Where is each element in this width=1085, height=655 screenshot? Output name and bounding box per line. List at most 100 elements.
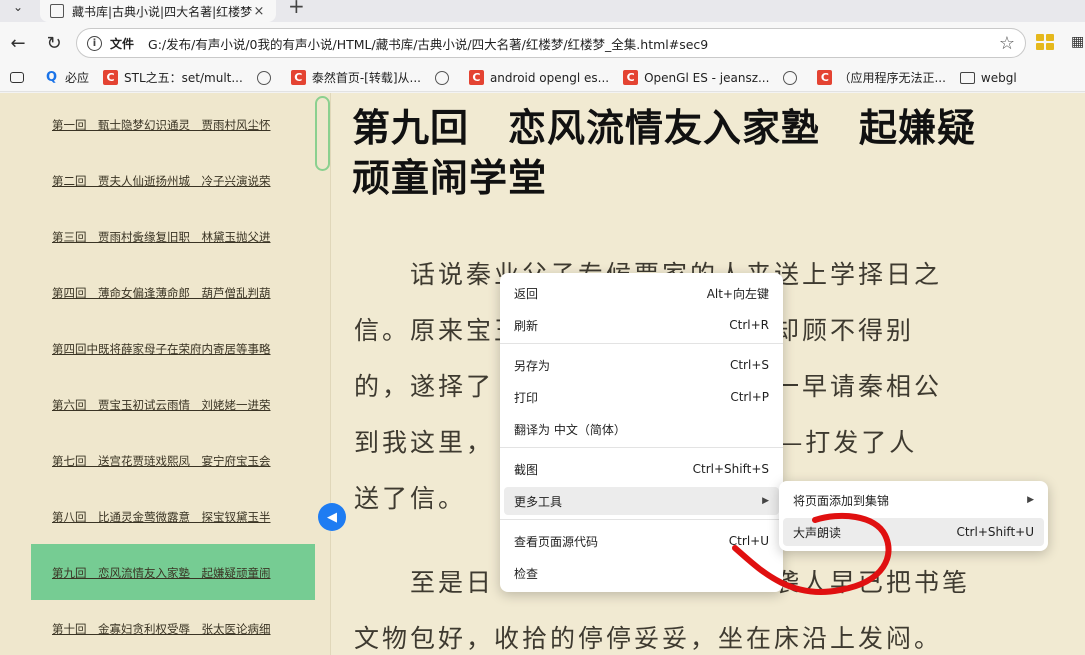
bookmark-label: OpenGl ES - jeansz... bbox=[644, 70, 770, 85]
menu-item-reload[interactable]: 刷新 Ctrl+R bbox=[504, 311, 779, 339]
bookmark-item[interactable]: Candroid opengl es... bbox=[468, 70, 610, 85]
submenu-item-label: 将页面添加到集锦 bbox=[793, 493, 890, 508]
new-tab-button[interactable]: + bbox=[288, 0, 305, 18]
globe-icon bbox=[434, 70, 449, 85]
toc-item[interactable]: 第八回 比通灵金莺微露意 探宝钗黛玉半 bbox=[52, 509, 317, 525]
bookmark-item[interactable]: C OpenGl ES - jeansz... bbox=[623, 70, 769, 85]
globe-icon bbox=[783, 70, 798, 85]
collapse-sidebar-button[interactable]: ◀ bbox=[318, 503, 346, 531]
bookmark-item[interactable] bbox=[256, 70, 277, 85]
menu-item-back[interactable]: 返回 Alt+向左键 bbox=[504, 279, 779, 307]
bookmark-label: android opengl es... bbox=[489, 70, 610, 85]
submenu-item-label: 大声朗读 bbox=[793, 525, 842, 540]
menu-item-more-tools[interactable]: 更多工具 ▶ bbox=[504, 487, 779, 515]
paragraph-line: 文物包好，收拾的停停妥妥，坐在床沿上发闷。 bbox=[354, 624, 943, 653]
info-icon[interactable]: i bbox=[87, 35, 102, 51]
page-favicon-icon bbox=[50, 4, 64, 18]
triangle-left-icon: ◀ bbox=[327, 509, 337, 525]
bookmark-label: webgl bbox=[980, 70, 1017, 85]
submenu-item-add-to-collections[interactable]: 将页面添加到集锦 ▶ bbox=[783, 486, 1044, 514]
active-tab[interactable]: 藏书库|古典小说|四大名著|红楼梦 × bbox=[40, 0, 276, 22]
url-scheme-label: 文件 bbox=[110, 36, 135, 51]
bookmark-item[interactable]: C 泰然首页-[转载]从... bbox=[290, 69, 421, 86]
toc-item[interactable]: 第四回中既将薛家母子在荣府内寄居等事略 bbox=[52, 341, 317, 357]
menu-item-view-source[interactable]: 查看页面源代码 Ctrl+U bbox=[504, 527, 779, 555]
extension-grid-icon[interactable] bbox=[1036, 34, 1054, 50]
bookmark-item[interactable]: webgl bbox=[959, 70, 1017, 85]
folder-icon bbox=[959, 71, 975, 84]
menu-item-screenshot[interactable]: 截图 Ctrl+Shift+S bbox=[504, 455, 779, 483]
bookmark-item[interactable] bbox=[10, 72, 30, 83]
address-bar[interactable]: i 文件 G:/发布/有声小说/0我的有声小说/HTML/藏书库/古典小说/四大… bbox=[76, 28, 1026, 58]
extension-icon[interactable]: ▦ bbox=[1071, 34, 1085, 52]
bookmarks-bar: Q 必应 C STL之五：set/mult... C 泰然首页-[转载]从... Candr… bbox=[0, 64, 1085, 92]
menu-item-label: 另存为 bbox=[514, 358, 551, 373]
redc-icon: C bbox=[103, 70, 119, 85]
menu-item-label: 刷新 bbox=[514, 318, 539, 333]
menu-item-label: 检查 bbox=[514, 566, 539, 581]
chevron-down-icon: ⌄ bbox=[12, 0, 24, 14]
back-button[interactable]: ← bbox=[6, 31, 30, 55]
chevron-right-icon: ▶ bbox=[762, 496, 769, 506]
paragraph-line: 送了信。 bbox=[354, 484, 467, 513]
menu-separator bbox=[500, 519, 783, 520]
menu-item-label: 打印 bbox=[514, 390, 539, 405]
menu-item-shortcut: Alt+向左键 bbox=[706, 286, 769, 301]
redc-icon: C bbox=[290, 70, 306, 85]
menu-item-save-as[interactable]: 另存为 Ctrl+S bbox=[504, 351, 779, 379]
menu-item-shortcut: Ctrl+S bbox=[729, 358, 769, 372]
toc-item[interactable]: 第六回 贾宝玉初试云雨情 刘姥姥一进荣 bbox=[52, 397, 317, 413]
toc-sidebar: 第一回 甄士隐梦幻识通灵 贾雨村风尘怀 第二回 贾夫人仙逝扬州城 冷子兴演说荣 第三… bbox=[0, 93, 331, 655]
submenu-item-shortcut: Ctrl+Shift+U bbox=[956, 525, 1034, 539]
more-tools-submenu: 将页面添加到集锦 ▶ 大声朗读 Ctrl+Shift+U bbox=[779, 481, 1048, 551]
redc-icon: C bbox=[623, 70, 639, 85]
toc-item[interactable]: 第二回 贾夫人仙逝扬州城 冷子兴演说荣 bbox=[52, 173, 317, 189]
menu-item-print[interactable]: 打印 Ctrl+P bbox=[504, 383, 779, 411]
toc-item[interactable]: 第四回 薄命女偏逢薄命郎 葫芦僧乱判葫 bbox=[52, 285, 317, 301]
menu-item-shortcut: Ctrl+Shift+S bbox=[692, 462, 769, 476]
context-menu: 返回 Alt+向左键刷新 Ctrl+R 另存为 Ctrl+S 打印 Ctrl+P 翻译为 中文… bbox=[500, 273, 783, 592]
menu-separator bbox=[500, 447, 783, 448]
menu-item-shortcut: Ctrl+U bbox=[728, 534, 769, 548]
toc-item[interactable]: 第三回 贾雨村夤缘复旧职 林黛玉抛父进 bbox=[52, 229, 317, 245]
apps-icon bbox=[10, 72, 24, 83]
toc-item[interactable]: 第十回 金寡妇贪利权受辱 张太医论病细 bbox=[52, 621, 317, 637]
menu-item-label: 查看页面源代码 bbox=[514, 534, 599, 549]
toc-item[interactable]: 第七回 送宫花贾琏戏熙凤 宴宁府宝玉会 bbox=[52, 453, 317, 469]
menu-item-label: 返回 bbox=[514, 286, 539, 301]
bookmark-label: 泰然首页-[转载]从... bbox=[311, 71, 421, 85]
toc-scrollbar[interactable] bbox=[315, 96, 330, 171]
close-tab-icon[interactable]: × bbox=[252, 4, 266, 19]
reload-button[interactable]: ↻ bbox=[42, 31, 66, 55]
redc-icon: C bbox=[817, 70, 833, 85]
bookmark-item[interactable] bbox=[783, 70, 803, 85]
chevron-right-icon: ▶ bbox=[1027, 495, 1034, 505]
submenu-item-read-aloud[interactable]: 大声朗读 Ctrl+Shift+U bbox=[783, 518, 1044, 546]
chapter-title: 第九回 恋风流情友入家塾 起嫌疑顽童闹学堂 bbox=[352, 105, 977, 200]
menu-item-label: 截图 bbox=[514, 462, 539, 477]
star-icon[interactable]: ☆ bbox=[999, 33, 1015, 54]
menu-item-label: 翻译为 中文（简体） bbox=[514, 422, 626, 437]
tab-strip: ⌄ 藏书库|古典小说|四大名著|红楼梦 × + bbox=[0, 0, 1085, 22]
menu-item-label: 更多工具 bbox=[514, 494, 563, 509]
bookmark-label: （应用程序无法正... bbox=[838, 71, 946, 85]
tab-title: 藏书库|古典小说|四大名著|红楼梦 bbox=[72, 4, 252, 19]
menu-item-shortcut: Ctrl+R bbox=[729, 318, 769, 332]
menu-item-inspect[interactable]: 检查 bbox=[504, 559, 779, 587]
globe-icon bbox=[256, 70, 271, 85]
toc-item[interactable]: 第一回 甄士隐梦幻识通灵 贾雨村风尘怀 bbox=[52, 117, 317, 133]
bookmark-item[interactable]: C STL之五：set/mult... bbox=[103, 69, 243, 86]
tab-search-button[interactable]: ⌄ bbox=[6, 0, 30, 18]
bookmark-item[interactable]: Q 必应 bbox=[44, 69, 89, 86]
navigation-bar: ← ↻ i 文件 G:/发布/有声小说/0我的有声小说/HTML/藏书库/古典小… bbox=[0, 22, 1085, 64]
bookmark-label: STL之五：set/mult... bbox=[124, 71, 243, 85]
toc-item-active[interactable]: 第九回 恋风流情友入家塾 起嫌疑顽童闹 bbox=[52, 565, 317, 581]
search-icon: Q bbox=[45, 70, 58, 85]
bookmark-item[interactable]: C （应用程序无法正... bbox=[817, 69, 946, 86]
bookmark-label: 必应 bbox=[65, 71, 90, 85]
redc-icon: C bbox=[468, 70, 484, 85]
menu-item-shortcut: Ctrl+P bbox=[730, 390, 769, 404]
bookmark-item[interactable] bbox=[434, 70, 455, 85]
url-text[interactable]: G:/发布/有声小说/0我的有声小说/HTML/藏书库/古典小说/四大名著/红楼… bbox=[148, 34, 999, 53]
menu-item-translate[interactable]: 翻译为 中文（简体） bbox=[504, 415, 779, 443]
